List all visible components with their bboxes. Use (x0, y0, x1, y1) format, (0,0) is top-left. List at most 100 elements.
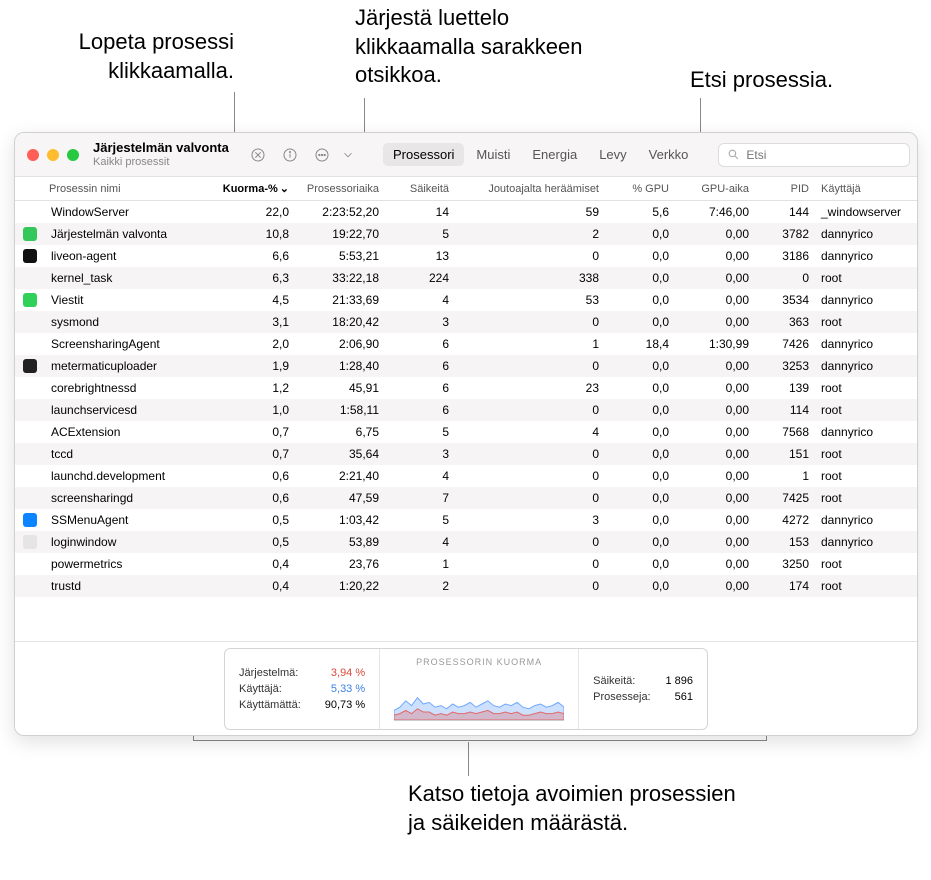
cell-gpu: 18,4 (605, 337, 675, 351)
cell-cputime: 1:03,42 (295, 513, 385, 527)
table-row[interactable]: powermetrics0,423,76100,00,003250root (15, 553, 917, 575)
cell-threads: 1 (385, 557, 455, 571)
cell-cpu: 10,8 (215, 227, 295, 241)
cell-gpu: 5,6 (605, 205, 675, 219)
cell-idlewake: 53 (455, 293, 605, 307)
close-button[interactable] (27, 149, 39, 161)
window-controls (27, 149, 79, 161)
header-user[interactable]: Käyttäjä (815, 183, 917, 195)
header-idlewake[interactable]: Joutoajalta heräämiset (455, 183, 605, 195)
table-row[interactable]: launchservicesd1,01:58,11600,00,00114roo… (15, 399, 917, 421)
footer: Järjestelmä:3,94 % Käyttäjä:5,33 % Käytt… (15, 641, 917, 735)
table-row[interactable]: kernel_task6,333:22,182243380,00,000root (15, 267, 917, 289)
cell-user: dannyrico (815, 227, 917, 241)
table-row[interactable]: ACExtension0,76,75540,00,007568dannyrico (15, 421, 917, 443)
cell-name: powermetrics (45, 557, 215, 571)
zoom-button[interactable] (67, 149, 79, 161)
cell-cputime: 21:33,69 (295, 293, 385, 307)
cell-pid: 114 (755, 403, 815, 417)
app-icon (23, 513, 37, 527)
header-threads[interactable]: Säikeitä (385, 183, 455, 195)
cell-gpu: 0,0 (605, 403, 675, 417)
cell-cpu: 1,0 (215, 403, 295, 417)
cell-cpu: 0,7 (215, 425, 295, 439)
cell-name: loginwindow (45, 535, 215, 549)
search-input[interactable] (746, 148, 901, 162)
app-icon (23, 535, 37, 549)
cell-user: root (815, 447, 917, 461)
cell-cpu: 4,5 (215, 293, 295, 307)
table-row[interactable]: launchd.development0,62:21,40400,00,001r… (15, 465, 917, 487)
inspect-process-button[interactable] (277, 143, 303, 167)
table-row[interactable]: Viestit4,521:33,694530,00,003534dannyric… (15, 289, 917, 311)
header-gputime[interactable]: GPU-aika (675, 183, 755, 195)
table-row[interactable]: metermaticuploader1,91:28,40600,00,00325… (15, 355, 917, 377)
cell-threads: 4 (385, 293, 455, 307)
tab-energy[interactable]: Energia (522, 143, 587, 166)
header-name[interactable]: Prosessin nimi (45, 183, 215, 195)
table-row[interactable]: sysmond3,118:20,42300,00,00363root (15, 311, 917, 333)
cell-idlewake: 0 (455, 403, 605, 417)
header-gpu[interactable]: % GPU (605, 183, 675, 195)
table-row[interactable]: corebrightnessd1,245,916230,00,00139root (15, 377, 917, 399)
table-row[interactable]: ScreensharingAgent2,02:06,906118,41:30,9… (15, 333, 917, 355)
table-row[interactable]: SSMenuAgent0,51:03,42530,00,004272dannyr… (15, 509, 917, 531)
cell-gputime: 0,00 (675, 425, 755, 439)
cell-threads: 4 (385, 535, 455, 549)
callout-stop: Lopeta prosessi klikkaamalla. (34, 28, 234, 85)
search-field[interactable] (718, 143, 910, 167)
table-row[interactable]: liveon-agent6,65:53,211300,00,003186dann… (15, 245, 917, 267)
callout-sort: Järjestä luettelo klikkaamalla sarakkeen… (355, 4, 585, 90)
cell-pid: 3253 (755, 359, 815, 373)
dropdown-button[interactable] (341, 143, 355, 167)
header-cputime[interactable]: Prosessoriaika (295, 183, 385, 195)
cell-gpu: 0,0 (605, 249, 675, 263)
tab-network[interactable]: Verkko (639, 143, 699, 166)
cell-gputime: 0,00 (675, 491, 755, 505)
options-button[interactable] (309, 143, 335, 167)
cell-user: root (815, 271, 917, 285)
app-icon (23, 249, 37, 263)
cell-gpu: 0,0 (605, 447, 675, 461)
table-row[interactable]: tccd0,735,64300,00,00151root (15, 443, 917, 465)
cell-cpu: 0,5 (215, 513, 295, 527)
cell-threads: 6 (385, 403, 455, 417)
cell-cpu: 0,6 (215, 491, 295, 505)
app-icon (23, 227, 37, 241)
cell-threads: 224 (385, 271, 455, 285)
tab-memory[interactable]: Muisti (466, 143, 520, 166)
cell-idlewake: 0 (455, 579, 605, 593)
info-icon (282, 147, 298, 163)
cell-name: Viestit (45, 293, 215, 307)
cell-idlewake: 23 (455, 381, 605, 395)
table-row[interactable]: WindowServer22,02:23:52,2014595,67:46,00… (15, 201, 917, 223)
header-pid[interactable]: PID (755, 183, 815, 195)
cell-user: root (815, 579, 917, 593)
table-row[interactable]: Järjestelmän valvonta10,819:22,70520,00,… (15, 223, 917, 245)
tab-cpu[interactable]: Prosessori (383, 143, 464, 166)
cell-pid: 139 (755, 381, 815, 395)
cell-gpu: 0,0 (605, 271, 675, 285)
table-row[interactable]: loginwindow0,553,89400,00,00153dannyrico (15, 531, 917, 553)
cell-user: root (815, 557, 917, 571)
cell-threads: 5 (385, 425, 455, 439)
stop-process-button[interactable] (245, 143, 271, 167)
cell-name: screensharingd (45, 491, 215, 505)
header-cpu[interactable]: Kuorma-%⌄ (215, 182, 295, 195)
cell-idlewake: 0 (455, 315, 605, 329)
cell-name: Järjestelmän valvonta (45, 227, 215, 241)
cpu-summary-left: Järjestelmä:3,94 % Käyttäjä:5,33 % Käytt… (225, 649, 379, 729)
cell-name: ScreensharingAgent (45, 337, 215, 351)
table-row[interactable]: trustd0,41:20,22200,00,00174root (15, 575, 917, 597)
cell-cputime: 2:21,40 (295, 469, 385, 483)
cell-idlewake: 1 (455, 337, 605, 351)
cell-user: dannyrico (815, 337, 917, 351)
process-table: WindowServer22,02:23:52,2014595,67:46,00… (15, 201, 917, 641)
table-row[interactable]: screensharingd0,647,59700,00,007425root (15, 487, 917, 509)
cell-cputime: 33:22,18 (295, 271, 385, 285)
cell-idlewake: 2 (455, 227, 605, 241)
cell-pid: 7425 (755, 491, 815, 505)
minimize-button[interactable] (47, 149, 59, 161)
tab-disk[interactable]: Levy (589, 143, 636, 166)
cell-user: root (815, 315, 917, 329)
